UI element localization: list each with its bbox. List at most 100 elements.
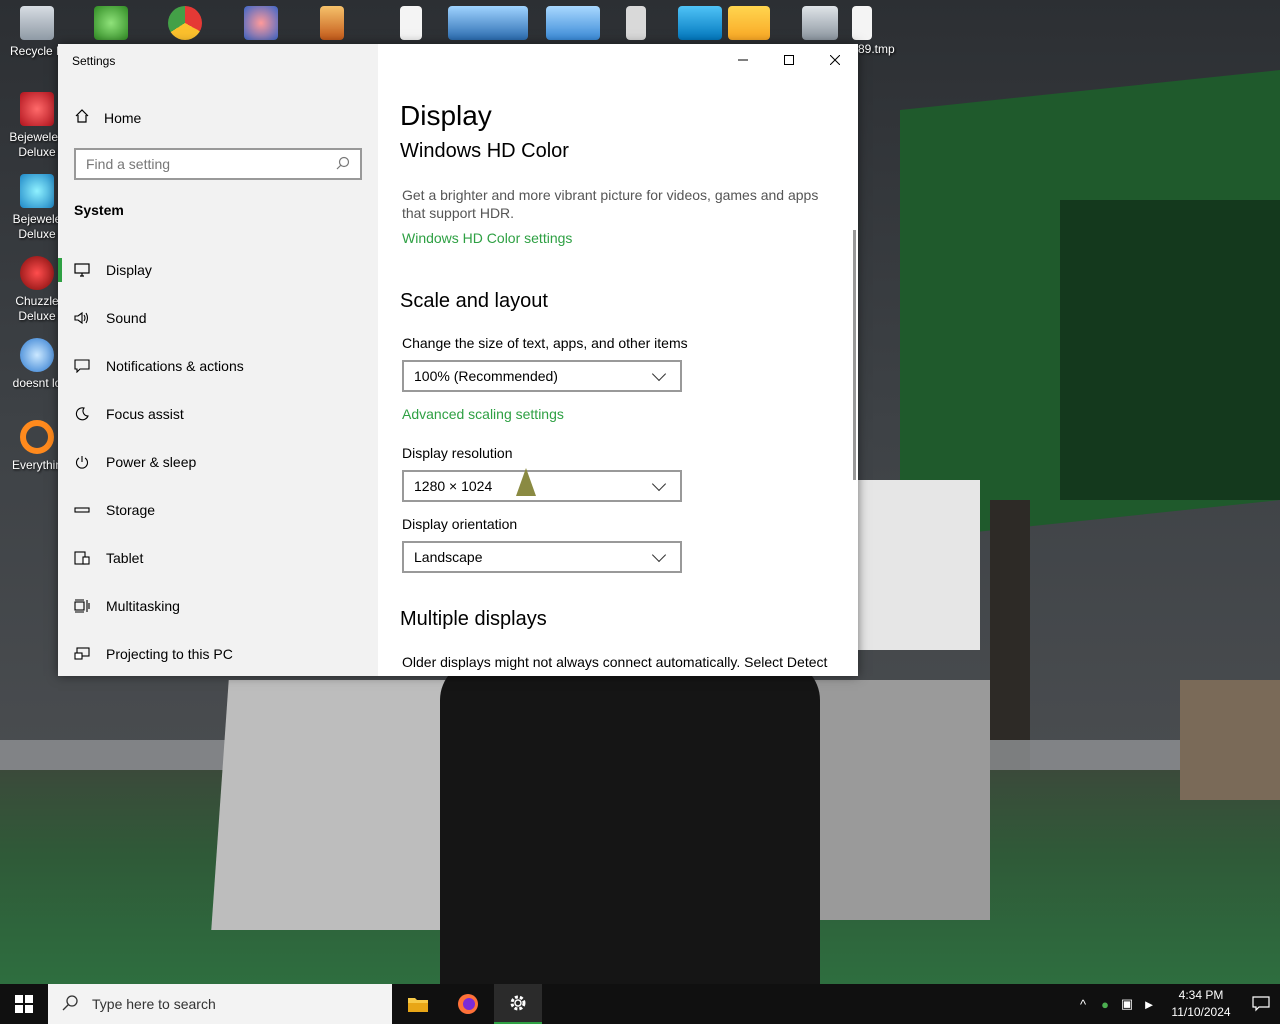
nav-item-power-sleep[interactable]: Power & sleep (58, 438, 378, 486)
taskbar-settings[interactable] (494, 984, 542, 1024)
app-shortcut-icon[interactable] (244, 6, 278, 40)
gear-icon (510, 995, 526, 1011)
resolution-label: Display resolution (402, 445, 513, 461)
search-placeholder: Find a setting (86, 156, 171, 172)
chevron-down-icon (651, 366, 667, 381)
nav-item-label: Display (106, 262, 152, 278)
file-icon[interactable] (852, 6, 872, 40)
hdr-settings-link[interactable]: Windows HD Color settings (402, 230, 572, 246)
start-button[interactable] (0, 984, 48, 1024)
chevron-down-icon (651, 547, 667, 562)
window-title: Settings (72, 54, 116, 68)
taskbar-clock[interactable]: 4:34 PM 11/10/2024 (1166, 987, 1236, 1021)
wallpaper-tree-trunk (990, 500, 1030, 780)
recycle-bin-icon (20, 6, 54, 40)
tray-chevron-up-icon[interactable]: ^ (1072, 997, 1094, 1012)
nav-item-label: Power & sleep (106, 454, 197, 470)
clock-date: 11/10/2024 (1171, 1005, 1231, 1019)
nav-item-storage[interactable]: Storage (58, 486, 378, 534)
file-icon[interactable] (400, 6, 422, 40)
home-link[interactable]: Home (74, 108, 141, 127)
nav-item-focus-assist[interactable]: Focus assist (58, 390, 378, 438)
minimize-button[interactable] (720, 44, 766, 76)
maximize-icon (784, 55, 794, 65)
windows-logo-icon (15, 995, 33, 1013)
users-icon[interactable] (94, 6, 128, 40)
close-button[interactable] (812, 44, 858, 76)
taskbar-firefox[interactable] (444, 984, 492, 1024)
nav-item-sound[interactable]: Sound (58, 294, 378, 342)
desktop-icon-label: Bejeweled Deluxe (9, 130, 65, 159)
power-icon (74, 454, 90, 470)
section-heading: System (74, 202, 124, 218)
network-icon[interactable]: ▣ (1116, 996, 1138, 1012)
system-tray: ^ ● ▣ ► 4:34 PM 11/10/2024 (1072, 984, 1280, 1024)
content-scrollbar[interactable] (853, 230, 856, 480)
file-icon[interactable] (626, 6, 646, 40)
wallpaper-block (790, 680, 990, 920)
action-center-button[interactable] (1242, 984, 1280, 1024)
nav-item-label: Multitasking (106, 598, 180, 614)
minimize-icon (738, 59, 748, 61)
nav-item-label: Sound (106, 310, 147, 326)
recycle-bin-icon[interactable] (802, 6, 838, 40)
desktop-icon-label: Recycle B (9, 44, 65, 58)
window-caption-buttons (720, 44, 858, 76)
nav-item-tablet[interactable]: Tablet (58, 534, 378, 582)
scale-label: Change the size of text, apps, and other… (402, 335, 688, 351)
volume-icon[interactable]: ► (1138, 997, 1160, 1012)
archive-icon[interactable] (320, 6, 344, 40)
taskbar-file-explorer[interactable] (394, 984, 442, 1024)
moon-icon (74, 406, 90, 422)
network-icon[interactable] (448, 6, 528, 40)
folder-icon (408, 998, 428, 1012)
monitor-icon (74, 262, 90, 278)
desktop-icon-label: doesnt lo (12, 376, 62, 390)
folder-icon[interactable] (728, 6, 770, 40)
orientation-label: Display orientation (402, 516, 518, 532)
tray-user-icon[interactable]: ● (1094, 997, 1116, 1012)
multiple-displays-heading: Multiple displays (400, 608, 547, 630)
windows-icon[interactable] (678, 6, 722, 40)
nav-item-display[interactable]: Display (58, 246, 378, 294)
bejeweled-icon (20, 174, 54, 208)
orientation-dropdown[interactable]: Landscape (402, 541, 682, 573)
nav-item-label: Projecting to this PC (106, 646, 233, 662)
desktop-icon-label: Everythin (11, 458, 63, 472)
taskbar-search-placeholder: Type here to search (92, 996, 216, 1012)
find-setting-input[interactable]: Find a setting (74, 148, 362, 180)
everything-icon (20, 420, 54, 454)
taskbar-search-box[interactable]: Type here to search (48, 984, 392, 1024)
nav-item-notifications[interactable]: Notifications & actions (58, 342, 378, 390)
home-label: Home (104, 109, 142, 126)
multiple-displays-description: Older displays might not always connect … (402, 654, 828, 670)
desktop-icon-label: Chuzzle Deluxe (15, 294, 59, 323)
chrome-icon[interactable] (168, 6, 202, 40)
wallpaper-tree-shadow (1060, 200, 1280, 500)
notification-icon (1252, 996, 1270, 1012)
nav-item-multitasking[interactable]: Multitasking (58, 582, 378, 630)
settings-window: Settings Home Find a setting System Disp… (58, 44, 858, 676)
notification-icon (74, 358, 90, 374)
settings-nav-list: Display Sound Notifications & actions Fo… (58, 246, 378, 676)
wallpaper-stand (1180, 680, 1280, 800)
nav-item-projecting[interactable]: Projecting to this PC (58, 630, 378, 676)
maximize-button[interactable] (766, 44, 812, 76)
clock-time: 4:34 PM (1178, 988, 1224, 1002)
nav-item-label: Tablet (106, 550, 144, 566)
taskbar: Type here to search ^ ● ▣ ► 4:34 PM 11/1… (0, 984, 1280, 1024)
desktop-file-label: 89.tmp (858, 42, 895, 56)
chevron-down-icon (651, 476, 667, 491)
settings-content-pane: Display Windows HD Color Get a brighter … (378, 44, 858, 676)
scale-heading: Scale and layout (400, 290, 548, 312)
wallpaper-character (440, 660, 820, 984)
control-panel-icon[interactable] (546, 6, 600, 40)
storage-icon (74, 502, 90, 518)
advanced-scaling-link[interactable]: Advanced scaling settings (402, 406, 564, 422)
hdr-description: Get a brighter and more vibrant picture … (402, 187, 819, 221)
page-title: Display (400, 100, 492, 131)
app-icon (20, 338, 54, 372)
desktop-icon-label: Bejewele Deluxe (12, 212, 62, 241)
scale-dropdown[interactable]: 100% (Recommended) (402, 360, 682, 392)
resolution-dropdown[interactable]: 1280 × 1024 (402, 470, 682, 502)
